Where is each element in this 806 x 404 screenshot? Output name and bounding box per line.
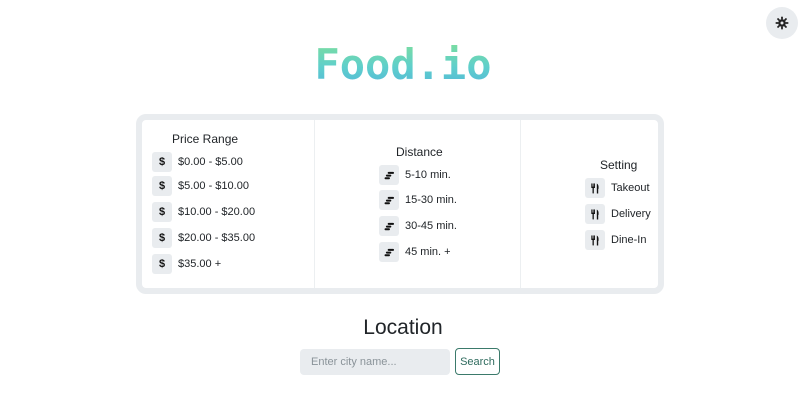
setting-option-label: Takeout [611, 182, 650, 194]
settings-button[interactable] [766, 7, 798, 39]
price-range-title: Price Range [172, 132, 239, 146]
price-option-label: $10.00 - $20.00 [178, 206, 256, 218]
utensils-icon [585, 178, 605, 198]
price-option-label: $5.00 - $10.00 [178, 180, 249, 192]
dollar-icon: $ [152, 176, 172, 196]
setting-option-delivery[interactable]: Delivery [585, 204, 651, 224]
gear-icon [775, 16, 789, 30]
setting-title: Setting [600, 158, 638, 172]
dollar-icon: $ [152, 228, 172, 248]
filter-panel: Price Range $ $0.00 - $5.00 $ $5.00 - $1… [136, 114, 664, 294]
distance-option-label: 5-10 min. [405, 169, 451, 181]
price-option-10-20[interactable]: $ $10.00 - $20.00 [152, 202, 255, 222]
setting-option-dine-in[interactable]: Dine-In [585, 230, 646, 250]
city-name-input[interactable] [300, 349, 450, 375]
distance-option-label: 45 min. + [405, 246, 451, 258]
utensils-icon [585, 204, 605, 224]
distance-option-30-45[interactable]: 30-45 min. [379, 216, 457, 236]
running-icon [379, 242, 399, 262]
price-option-0-5[interactable]: $ $0.00 - $5.00 [152, 152, 243, 172]
app-logo: Food.io [0, 40, 806, 90]
location-title: Location [363, 316, 443, 339]
price-option-label: $35.00 + [178, 258, 222, 270]
setting-option-label: Delivery [611, 208, 651, 220]
price-option-35-plus[interactable]: $ $35.00 + [152, 254, 221, 274]
price-range-column: Price Range $ $0.00 - $5.00 $ $5.00 - $1… [142, 120, 314, 288]
setting-column: Setting Takeout Delivery Dine-In [520, 120, 658, 288]
distance-title: Distance [396, 145, 443, 159]
app-title: Food.io [314, 40, 492, 89]
distance-option-label: 30-45 min. [405, 220, 457, 232]
price-option-label: $0.00 - $5.00 [178, 156, 243, 168]
price-option-5-10[interactable]: $ $5.00 - $10.00 [152, 176, 249, 196]
dollar-icon: $ [152, 254, 172, 274]
dollar-icon: $ [152, 152, 172, 172]
utensils-icon [585, 230, 605, 250]
search-button[interactable]: Search [455, 348, 500, 375]
running-icon [379, 190, 399, 210]
distance-column: Distance 5-10 min. 15-30 min. 30-45 min. [314, 120, 520, 288]
distance-option-label: 15-30 min. [405, 194, 457, 206]
distance-option-15-30[interactable]: 15-30 min. [379, 190, 457, 210]
distance-option-45-plus[interactable]: 45 min. + [379, 242, 451, 262]
price-option-label: $20.00 - $35.00 [178, 232, 256, 244]
dollar-icon: $ [152, 202, 172, 222]
price-option-20-35[interactable]: $ $20.00 - $35.00 [152, 228, 255, 248]
setting-option-label: Dine-In [611, 234, 647, 246]
running-icon [379, 216, 399, 236]
running-icon [379, 165, 399, 185]
page: Food.io Price Range $ $0.00 - $5.00 $ $5… [0, 0, 806, 404]
distance-option-5-10[interactable]: 5-10 min. [379, 165, 451, 185]
setting-option-takeout[interactable]: Takeout [585, 178, 650, 198]
